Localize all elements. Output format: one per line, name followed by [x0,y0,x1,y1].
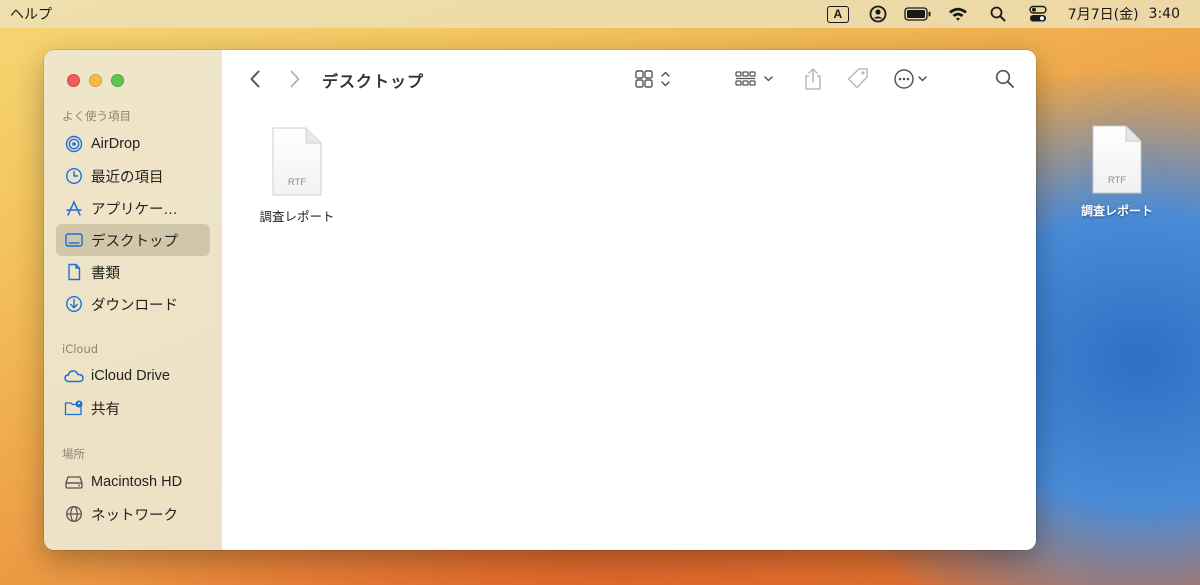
sidebar-item-label: ネットワーク [91,507,178,524]
sidebar-item-label: 共有 [91,401,120,418]
group-icon [735,71,773,86]
more-actions-button[interactable] [892,66,936,92]
sidebar-item-shared[interactable]: 共有 [56,392,210,424]
battery-icon[interactable] [898,0,938,28]
back-button[interactable] [244,66,266,92]
window-controls [44,68,222,92]
desktop-file-name: 調査レポート [1080,204,1153,218]
input-source-icon[interactable]: A [818,0,858,28]
menu-bar: ヘルプ A 7月7日(金) 3:40 [0,0,1200,28]
desktop-icon [64,230,84,250]
sidebar-item-label: AirDrop [91,136,141,152]
sidebar-section-icloud: iCloud [62,342,99,356]
forward-button[interactable] [284,66,306,92]
window-title: デスクトップ [322,72,425,91]
icon-view-icon [635,70,670,88]
share-icon [805,68,821,90]
user-icon[interactable] [858,0,898,28]
ellipsis-circle-icon [894,69,927,89]
sidebar-item-documents[interactable]: 書類 [56,256,210,288]
network-icon [64,504,84,524]
wifi-icon[interactable] [938,0,978,28]
sidebar-section-favorites: よく使う項目 [62,109,131,123]
sidebar: よく使う項目 AirDrop 最近の項目 アプリケーション デスクトップ [44,50,222,550]
sidebar-item-label: Macintosh HD [91,474,183,490]
sidebar-item-label: 書類 [91,265,120,282]
control-center-icon[interactable] [1018,0,1058,28]
minimize-button[interactable] [89,73,102,87]
cloud-icon [64,366,84,386]
close-button[interactable] [67,73,80,87]
svg-text:RTF: RTF [1108,175,1126,186]
file-name: 調査レポート [259,209,335,224]
sidebar-item-recents[interactable]: 最近の項目 [56,160,210,192]
input-method-label: A [826,5,849,23]
group-by-button[interactable] [732,66,782,92]
zoom-button[interactable] [111,73,124,87]
share-button[interactable] [800,66,826,92]
search-icon[interactable] [978,0,1018,28]
search-icon [995,69,1014,88]
clock-time[interactable]: 3:40 [1149,0,1190,28]
rtf-file-icon: RTF [1092,125,1142,194]
tag-button[interactable] [844,66,872,92]
sidebar-item-label: ダウンロード [91,297,178,314]
clock-date[interactable]: 7月7日(金) [1058,0,1149,28]
clock-icon [64,166,84,186]
document-icon [64,262,84,282]
sidebar-section-locations: 場所 [62,447,85,461]
help-menu[interactable]: ヘルプ [10,0,52,28]
desktop-file[interactable]: RTF 調査レポート [1072,124,1162,219]
applications-icon [64,198,84,218]
airdrop-icon [64,134,84,154]
sidebar-item-applications[interactable]: アプリケーション [56,192,210,224]
search-button[interactable] [992,66,1018,92]
download-icon [64,294,84,314]
chevron-right-icon [290,70,300,88]
sidebar-item-desktop[interactable]: デスクトップ [56,224,210,256]
file-item[interactable]: RTF 調査レポート [252,126,342,225]
sidebar-item-label: iCloud Drive [91,368,170,384]
tag-icon [847,68,868,89]
view-mode-button[interactable] [632,66,676,92]
sidebar-item-label: 最近の項目 [91,169,164,186]
sidebar-item-label: デスクトップ [91,233,178,250]
sidebar-item-airdrop[interactable]: AirDrop [56,128,210,160]
file-browser: デスクトップ RTF 調査レポート [222,50,1036,550]
svg-text:RTF: RTF [288,177,306,188]
finder-window: よく使う項目 AirDrop 最近の項目 アプリケーション デスクトップ [44,50,1036,550]
sidebar-item-network[interactable]: ネットワーク [56,498,210,530]
hard-drive-icon [64,472,84,492]
sidebar-item-icloud-drive[interactable]: iCloud Drive [56,360,210,392]
sidebar-item-macintosh-hd[interactable]: Macintosh HD [56,466,210,498]
sidebar-item-downloads[interactable]: ダウンロード [56,288,210,320]
rtf-file-icon: RTF [272,127,322,196]
toolbar: デスクトップ [222,50,1036,108]
shared-folder-icon [64,398,84,418]
sidebar-item-label: アプリケーション [91,201,191,218]
chevron-left-icon [250,70,260,88]
